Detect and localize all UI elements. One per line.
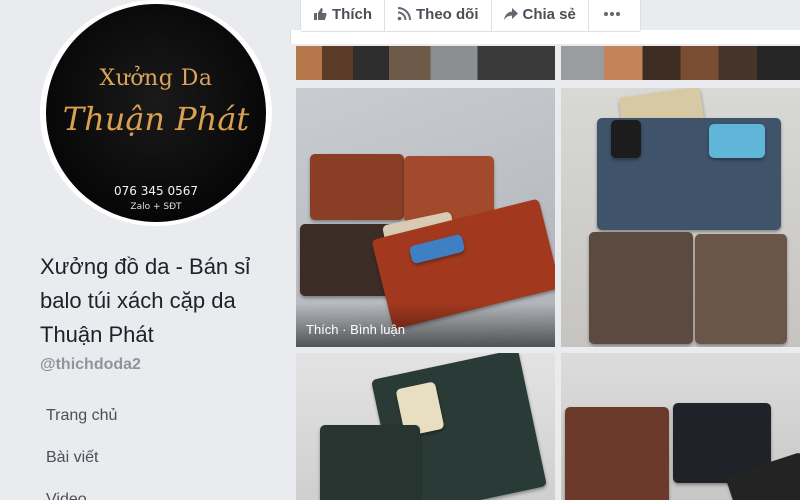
photo-wallets-brown[interactable]: Thích · Bình luận	[296, 88, 555, 347]
follow-label: Theo dõi	[416, 5, 479, 23]
page-sidebar: Xưởng Da Thuận Phát 076 345 0567 Zalo + …	[0, 0, 290, 500]
share-button[interactable]: Chia sẻ	[492, 0, 589, 31]
page-username[interactable]: @thichdoda2	[40, 356, 141, 374]
logo-text-brand: Thuận Phát	[62, 100, 250, 138]
logo-text-top: Xưởng Da	[99, 66, 213, 91]
photo-belts-left[interactable]	[296, 46, 555, 80]
page-action-bar: Thích Theo dõi Chia sẻ	[300, 0, 641, 32]
page-nav: Trang chủ Bài viết Video	[46, 398, 117, 500]
page-title[interactable]: Xưởng đồ da - Bán sỉ balo túi xách cặp d…	[40, 250, 280, 352]
logo-contact: Zalo + SĐT	[130, 202, 182, 212]
wallet-image	[695, 234, 787, 344]
logo-phone: 076 345 0567	[114, 184, 198, 198]
photo-grid: Thích · Bình luận	[296, 46, 800, 500]
photo-wallets-denim[interactable]	[561, 88, 800, 347]
rss-icon	[397, 7, 411, 21]
follow-button[interactable]: Theo dõi	[385, 0, 492, 31]
wallet-image	[320, 425, 420, 500]
share-label: Chia sẻ	[522, 5, 576, 23]
thumbs-up-icon	[314, 8, 327, 20]
wallet-image	[565, 407, 669, 500]
more-options-button[interactable]	[589, 0, 640, 31]
more-dots-icon	[603, 12, 620, 16]
photo-wallets-brown-black[interactable]	[561, 353, 800, 500]
wallet-image	[589, 232, 693, 344]
like-label: Thích	[332, 5, 372, 23]
wallet-image	[611, 120, 641, 158]
like-button[interactable]: Thích	[301, 0, 385, 31]
photo-wallets-dark-green[interactable]	[296, 353, 555, 500]
nav-item-posts[interactable]: Bài viết	[46, 440, 117, 482]
photo-belts-right[interactable]	[561, 46, 800, 80]
header-strip	[290, 30, 800, 44]
photo-hover-caption[interactable]: Thích · Bình luận	[306, 322, 405, 337]
share-arrow-icon	[503, 8, 518, 20]
nav-item-home[interactable]: Trang chủ	[46, 398, 117, 440]
profile-picture-frame[interactable]: Xưởng Da Thuận Phát 076 345 0567 Zalo + …	[40, 0, 272, 226]
nav-item-video[interactable]: Video	[46, 482, 117, 500]
wallet-image	[709, 124, 765, 158]
wallet-image	[310, 154, 404, 220]
profile-picture[interactable]: Xưởng Da Thuận Phát 076 345 0567 Zalo + …	[46, 4, 266, 222]
